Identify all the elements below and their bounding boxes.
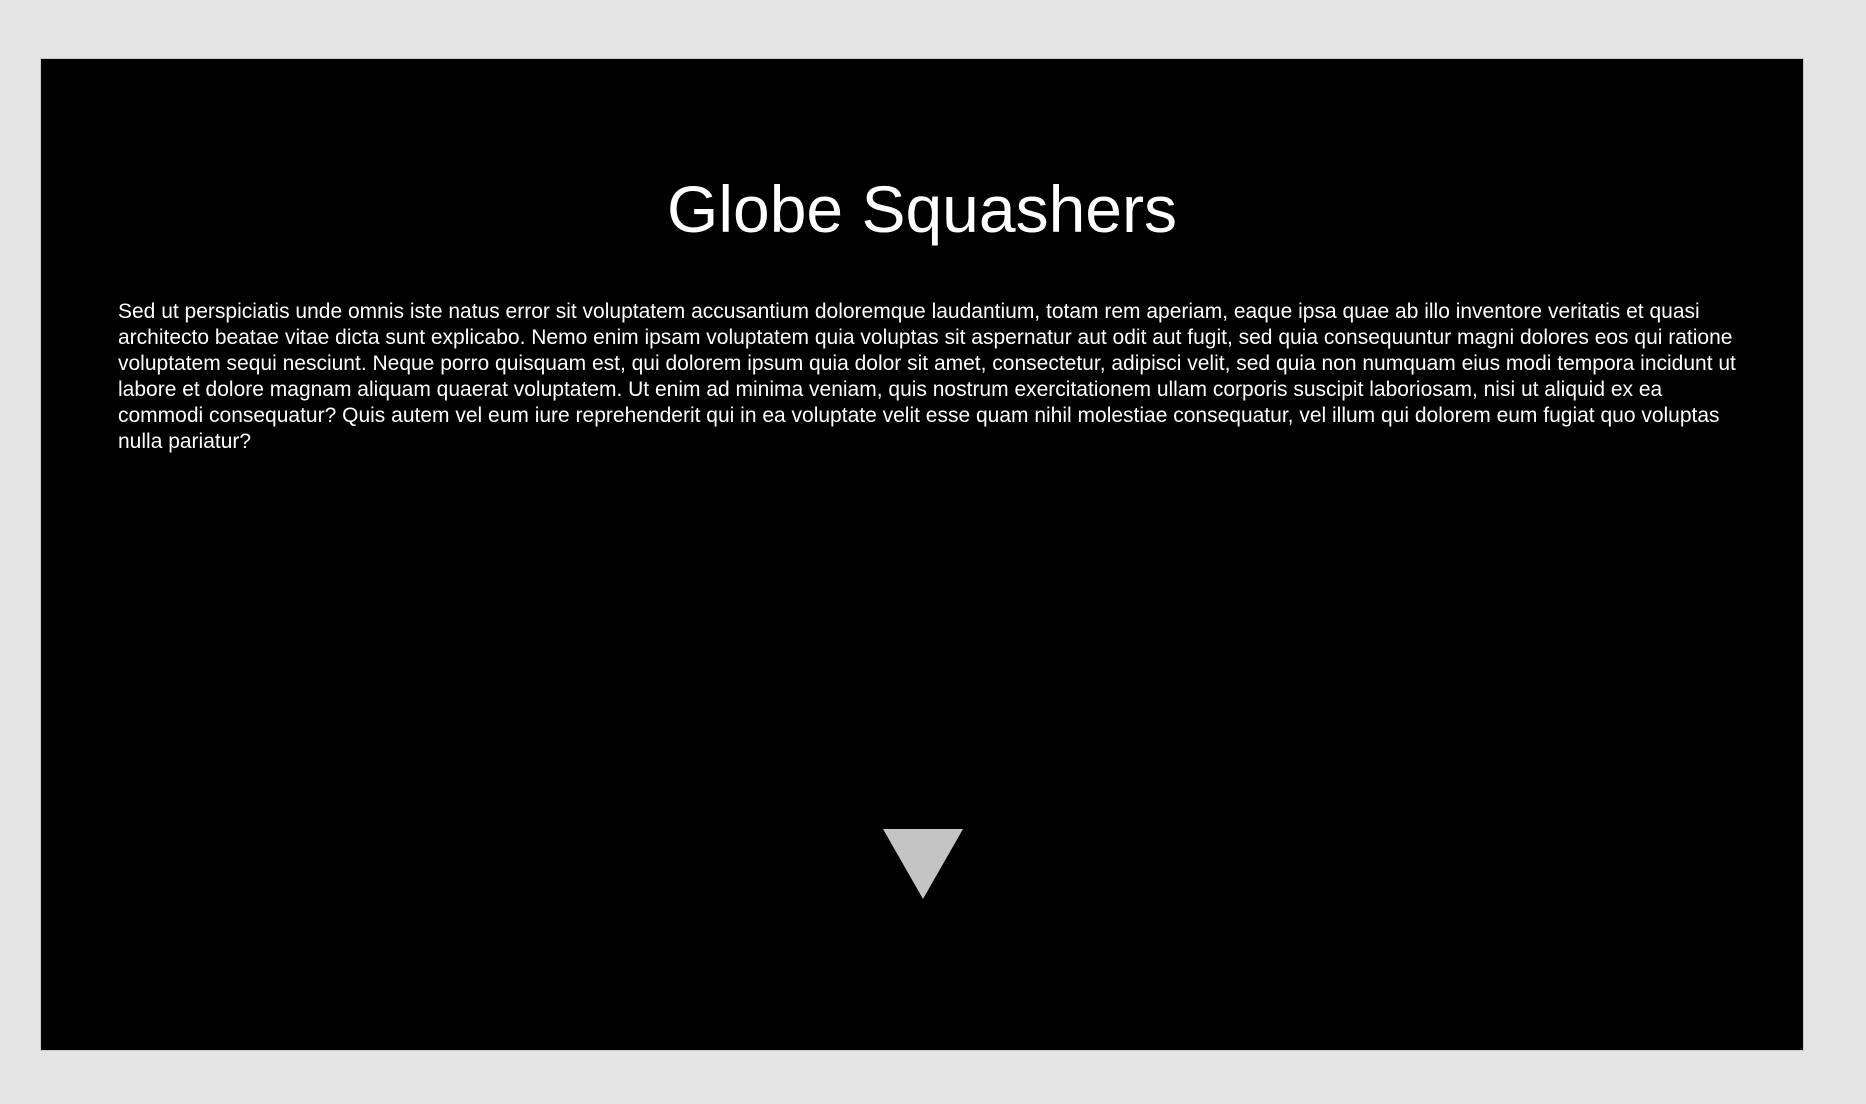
hero-panel: Globe Squashers Sed ut perspiciatis unde… [40,58,1804,1051]
page-title: Globe Squashers [667,172,1177,246]
triangle-down-icon [883,829,963,899]
intro-paragraph: Sed ut perspiciatis unde omnis iste natu… [118,300,1736,453]
scroll-down-button[interactable] [883,829,963,899]
